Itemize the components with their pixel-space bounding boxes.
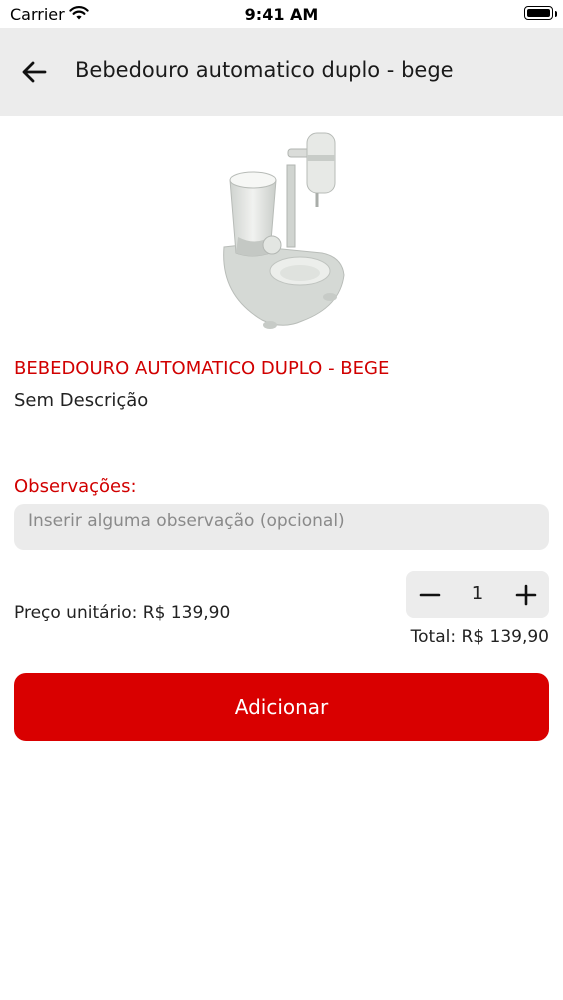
product-image [212,125,352,335]
product-name: BEBEDOURO AUTOMATICO DUPLO - BEGE [14,358,390,379]
quantity-value: 1 [471,583,484,604]
battery-icon [524,6,553,20]
status-bar: Carrier 9:41 AM [0,0,563,28]
pet-water-fountain-image [223,132,345,329]
minus-icon [419,593,440,596]
unit-price: Preço unitário: R$ 139,90 [14,603,231,623]
page-title: Bebedouro automatico duplo - bege [75,58,454,82]
observations-input[interactable] [14,504,549,550]
decrease-quantity-button[interactable] [406,571,453,618]
nav-header: Bebedouro automatico duplo - bege [0,28,563,116]
quantity-stepper: 1 [406,571,549,618]
plus-icon [515,584,536,605]
increase-quantity-button[interactable] [502,571,549,618]
add-to-cart-button[interactable]: Adicionar [14,673,549,741]
product-description: Sem Descrição [14,390,149,411]
total-price: Total: R$ 139,90 [410,627,549,647]
status-time: 9:41 AM [244,5,319,24]
observations-label: Observações: [14,476,137,497]
arrow-left-icon [22,61,47,83]
back-button[interactable] [14,52,54,92]
